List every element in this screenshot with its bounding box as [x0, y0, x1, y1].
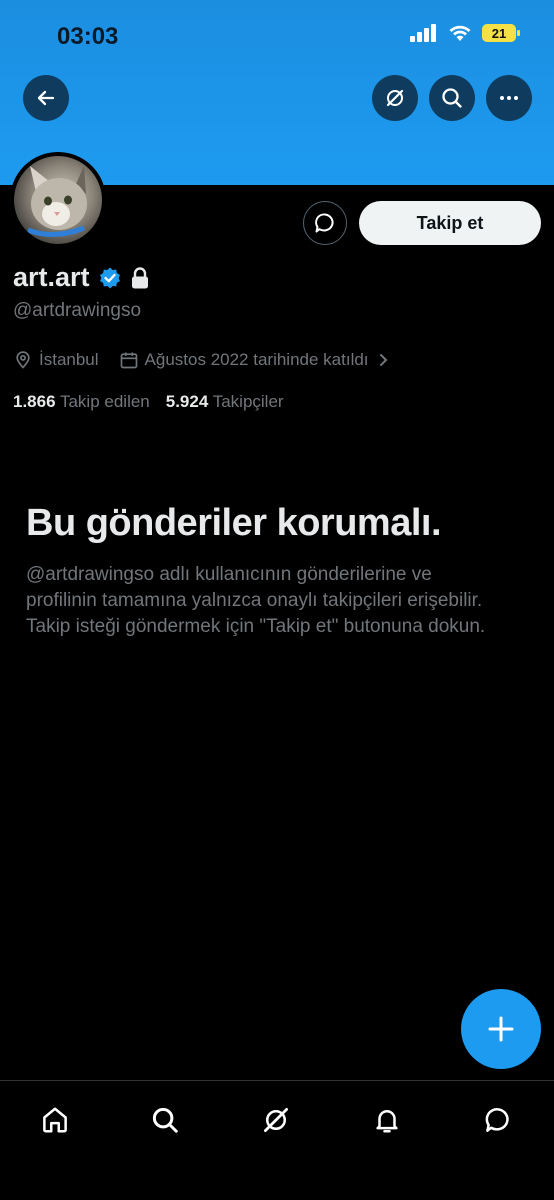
profile-meta: İstanbul Ağustos 2022 tarihinde katıldı	[13, 350, 391, 370]
name-row: art.art	[13, 262, 150, 293]
tab-grok[interactable]	[259, 1103, 293, 1137]
message-button[interactable]	[303, 201, 347, 245]
location-pin-icon	[16, 351, 30, 369]
lock-icon	[131, 266, 148, 288]
message-bubble-icon	[315, 213, 334, 233]
wifi-icon	[449, 25, 471, 41]
following-label: Takip edilen	[59, 392, 150, 411]
display-name: art.art	[13, 262, 90, 292]
follow-counts: 1.866 Takip edilen 5.924 Takipçiler	[13, 392, 284, 412]
following-link[interactable]: 1.866 Takip edilen	[13, 392, 150, 412]
protected-title: Bu gönderiler korumalı.	[26, 502, 442, 544]
calendar-icon	[120, 352, 137, 369]
tab-home[interactable]	[38, 1103, 72, 1137]
grok-icon	[386, 89, 404, 107]
avatar-image	[27, 166, 87, 237]
location-item: İstanbul	[13, 350, 99, 370]
location-text: İstanbul	[39, 350, 99, 369]
followers-link[interactable]: 5.924 Takipçiler	[166, 392, 284, 412]
chevron-right-icon	[379, 354, 387, 366]
following-count: 1.866	[13, 392, 56, 411]
avatar[interactable]	[10, 152, 106, 248]
joined-text: Ağustos 2022 tarihinde katıldı	[144, 350, 369, 369]
search-button[interactable]	[429, 75, 475, 121]
tab-search[interactable]	[148, 1103, 182, 1137]
followers-label: Takipçiler	[212, 392, 284, 411]
back-button[interactable]	[23, 75, 69, 121]
status-time: 03:03	[57, 23, 119, 50]
home-icon	[43, 1107, 67, 1133]
plus-icon	[488, 1016, 514, 1042]
grok-icon	[264, 1108, 288, 1132]
bottom-tab-bar	[0, 1080, 554, 1200]
tab-notifications[interactable]	[370, 1103, 404, 1137]
handle: @artdrawingso	[13, 300, 142, 321]
verified-badge-icon[interactable]	[98, 266, 122, 290]
notifications-icon	[376, 1110, 398, 1133]
search-icon	[442, 88, 462, 108]
followers-count: 5.924	[165, 392, 209, 411]
search-icon	[152, 1107, 178, 1133]
status-icons: 21	[410, 24, 520, 42]
protected-body: @artdrawingso adlı kullanıcının gönderil…	[26, 564, 486, 637]
compose-button[interactable]	[461, 989, 541, 1069]
follow-button[interactable]: Takip et	[359, 201, 541, 245]
grok-button[interactable]	[372, 75, 418, 121]
battery-indicator: 21	[482, 24, 520, 42]
tab-messages[interactable]	[481, 1103, 515, 1137]
more-icon	[500, 96, 518, 100]
joined-item[interactable]: Ağustos 2022 tarihinde katıldı	[119, 350, 391, 370]
more-button[interactable]	[486, 75, 532, 121]
back-arrow-icon	[37, 90, 55, 106]
signal-icon	[410, 24, 436, 42]
messages-icon	[485, 1108, 509, 1132]
